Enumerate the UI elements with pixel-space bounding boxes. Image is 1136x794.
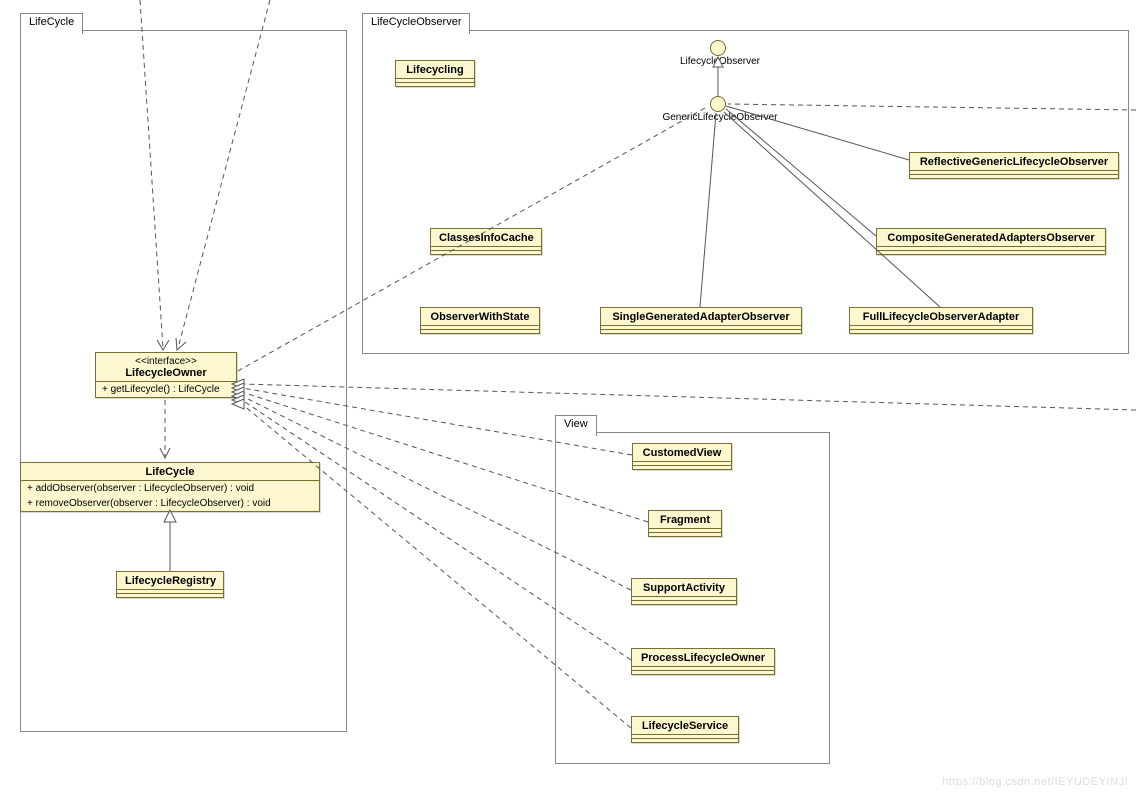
class-fulllifecycleobserveradapter: FullLifecycleObserverAdapter [849,307,1033,334]
class-observerwithstate: ObserverWithState [420,307,540,334]
watermark: https://blog.csdn.net/IEYUDEYINJI [942,776,1128,788]
lifecycleowner-name: LifecycleOwner [104,367,228,379]
singlegeneratedadapterobserver-name: SingleGeneratedAdapterObserver [601,308,801,326]
fulllifecycleobserveradapter-name: FullLifecycleObserverAdapter [850,308,1032,326]
lifecycle-op-1: + removeObserver(observer : LifecycleObs… [21,496,319,511]
lifecycling-name: Lifecycling [396,61,474,79]
observerwithstate-name: ObserverWithState [421,308,539,326]
class-classesinfocache: ClassesInfoCache [430,228,542,255]
class-lifecycleowner: <<interface>> LifecycleOwner + getLifecy… [95,352,237,398]
interface-lifecycleobserver-label: LifecycleObserver [650,56,790,67]
class-lifecycling: Lifecycling [395,60,475,87]
lifecycle-op-0: + addObserver(observer : LifecycleObserv… [21,481,319,496]
class-lifecycleservice: LifecycleService [631,716,739,743]
package-observer: LifeCycleObserver [362,30,1129,354]
interface-genericlifecycleobserver-icon [710,96,726,112]
class-compositegeneratedadaptersobserver: CompositeGeneratedAdaptersObserver [876,228,1106,255]
class-lifecycleregistry: LifecycleRegistry [116,571,224,598]
compositegeneratedadaptersobserver-name: CompositeGeneratedAdaptersObserver [877,229,1105,247]
lifecycleservice-name: LifecycleService [632,717,738,735]
class-singlegeneratedadapterobserver: SingleGeneratedAdapterObserver [600,307,802,334]
lifecycleregistry-name: LifecycleRegistry [117,572,223,590]
package-view-tab: View [555,415,597,436]
interface-genericlifecycleobserver-label: GenericLifecycleObserver [630,112,810,123]
class-processlifecycleowner: ProcessLifecycleOwner [631,648,775,675]
class-supportactivity: SupportActivity [631,578,737,605]
lifecycle-name: LifeCycle [21,463,319,481]
supportactivity-name: SupportActivity [632,579,736,597]
lifecycleowner-op-0: + getLifecycle() : LifeCycle [96,382,236,397]
class-fragment: Fragment [648,510,722,537]
class-customedview: CustomedView [632,443,732,470]
reflectivegenericlifecycleobserver-name: ReflectiveGenericLifecycleObserver [910,153,1118,171]
class-reflectivegenericlifecycleobserver: ReflectiveGenericLifecycleObserver [909,152,1119,179]
interface-lifecycleobserver-icon [710,40,726,56]
fragment-name: Fragment [649,511,721,529]
uml-canvas: { "watermark": "https://blog.csdn.net/IE… [0,0,1136,794]
package-observer-tab: LifeCycleObserver [362,13,470,34]
lifecycleowner-stereotype: <<interface>> [104,356,228,367]
processlifecycleowner-name: ProcessLifecycleOwner [632,649,774,667]
class-lifecycleowner-header: <<interface>> LifecycleOwner [96,353,236,382]
class-lifecycle: LifeCycle + addObserver(observer : Lifec… [20,462,320,512]
package-lifecycle-tab: LifeCycle [20,13,83,34]
customedview-name: CustomedView [633,444,731,462]
classesinfocache-name: ClassesInfoCache [431,229,541,247]
